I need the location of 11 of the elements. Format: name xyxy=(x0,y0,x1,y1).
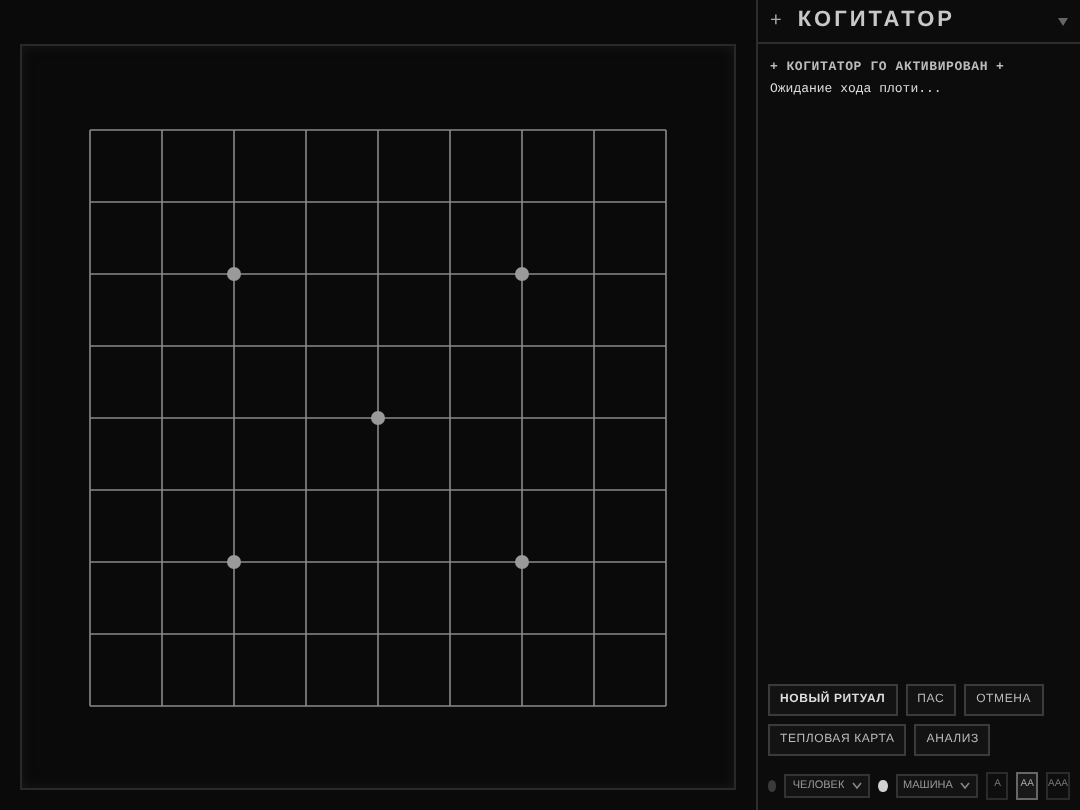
caret-icon xyxy=(960,782,971,790)
collapse-icon[interactable] xyxy=(1058,17,1068,25)
star-point xyxy=(515,266,529,280)
caret-icon xyxy=(852,782,863,790)
star-point xyxy=(227,554,241,568)
board-grid[interactable] xyxy=(89,128,667,706)
star-point xyxy=(515,554,529,568)
cross-mark: + xyxy=(770,8,782,36)
panel-title: КОГИТАТОР xyxy=(797,6,958,37)
star-point xyxy=(227,266,241,280)
star-point xyxy=(371,410,385,424)
